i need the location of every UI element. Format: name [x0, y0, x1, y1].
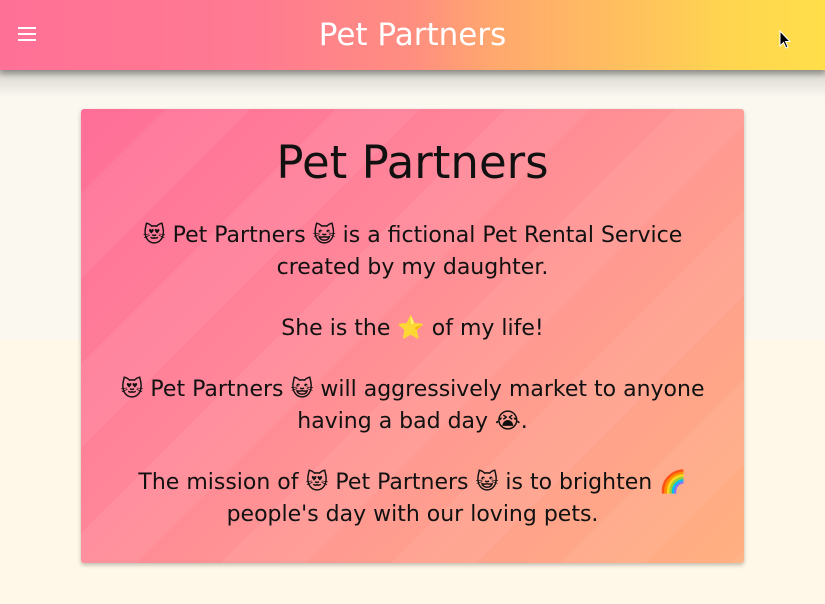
card-title: Pet Partners: [276, 136, 549, 189]
intro-paragraph: She is the ⭐ of my life!: [281, 316, 544, 341]
top-app-bar: Pet Partners: [0, 0, 825, 70]
menu-icon[interactable]: [11, 19, 43, 49]
intro-paragraph: 😻 Pet Partners 😺 is a fictional Pet Rent…: [142, 223, 683, 280]
mouse-cursor-icon: [779, 30, 791, 49]
app-title: Pet Partners: [318, 17, 507, 53]
toolbar-shadow: [0, 70, 825, 98]
intro-paragraph: The mission of 😻 Pet Partners 😺 is to br…: [138, 470, 687, 527]
intro-paragraph: 😻 Pet Partners 😺 will aggressively marke…: [120, 377, 705, 434]
intro-card: Pet Partners 😻 Pet Partners 😺 is a ficti…: [81, 109, 744, 563]
